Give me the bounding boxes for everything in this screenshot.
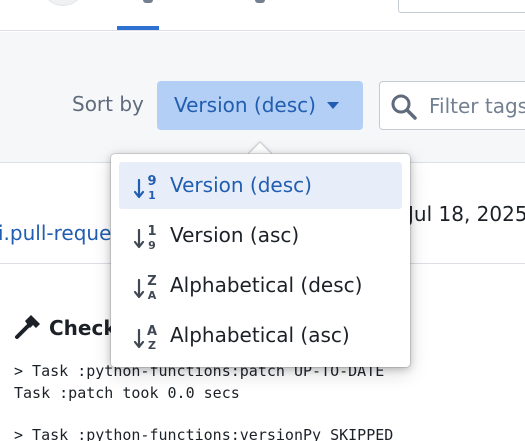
sort-option-alphabetical-desc[interactable]: Z A Alphabetical (desc) xyxy=(119,262,402,309)
checks-log: > Task :python-functions:patch UP-TO-DAT… xyxy=(0,362,525,441)
sort-icon-top-glyph: 9 xyxy=(147,174,156,189)
avatar xyxy=(45,0,81,6)
sort-option-label: Alphabetical (desc) xyxy=(170,273,363,297)
sort-by-label: Sort by xyxy=(72,92,144,116)
sort-dropdown-value: Version (desc) xyxy=(174,93,316,117)
caret-down-icon xyxy=(327,102,339,109)
tab-label-fragment[interactable] xyxy=(143,0,153,3)
log-line: > Task :python-functions:versionPy SKIPP… xyxy=(14,426,394,441)
active-tab-indicator xyxy=(117,26,159,30)
sort-option-alphabetical-asc[interactable]: A Z Alphabetical (asc) xyxy=(119,312,402,359)
top-search-input[interactable] xyxy=(398,0,525,13)
sort-icon-bottom-glyph: 9 xyxy=(148,239,156,252)
filter-tags-placeholder: Filter tags xyxy=(429,94,525,118)
sort-icon-bottom-glyph: A xyxy=(148,289,157,302)
hammer-icon xyxy=(15,315,40,339)
sort-option-label: Version (desc) xyxy=(170,173,312,197)
filter-tags-input[interactable]: Filter tags xyxy=(379,81,525,130)
sort-alphabetical-desc-icon: Z A xyxy=(133,274,157,302)
sort-menu: 9 1 Version (desc) 1 9 Version (asc) Z A… xyxy=(111,154,410,367)
sort-option-version-asc[interactable]: 1 9 Version (asc) xyxy=(119,212,402,259)
search-icon xyxy=(391,94,417,120)
sort-numeric-desc-icon: 9 1 xyxy=(133,174,157,202)
sort-option-label: Version (asc) xyxy=(170,223,300,247)
log-line: Task :patch took 0.0 secs xyxy=(14,384,240,402)
tag-link[interactable]: i.pull-reque xyxy=(0,221,111,245)
tag-date: Jul 18, 2025, xyxy=(408,202,525,226)
sort-numeric-asc-icon: 1 9 xyxy=(133,224,157,252)
sort-icon-bottom-glyph: 1 xyxy=(148,189,156,202)
sort-icon-top-glyph: 1 xyxy=(147,224,156,239)
sort-icon-bottom-glyph: Z xyxy=(148,339,156,352)
sort-icon-top-glyph: A xyxy=(147,324,157,339)
sort-icon-top-glyph: Z xyxy=(147,274,156,289)
sort-option-version-desc[interactable]: 9 1 Version (desc) xyxy=(119,162,402,209)
tab-label-fragment[interactable] xyxy=(255,0,265,3)
sort-dropdown-button[interactable]: Version (desc) xyxy=(157,81,363,130)
sort-alphabetical-asc-icon: A Z xyxy=(133,324,157,352)
sort-option-label: Alphabetical (asc) xyxy=(170,323,350,347)
top-tabs-bar xyxy=(0,0,525,31)
